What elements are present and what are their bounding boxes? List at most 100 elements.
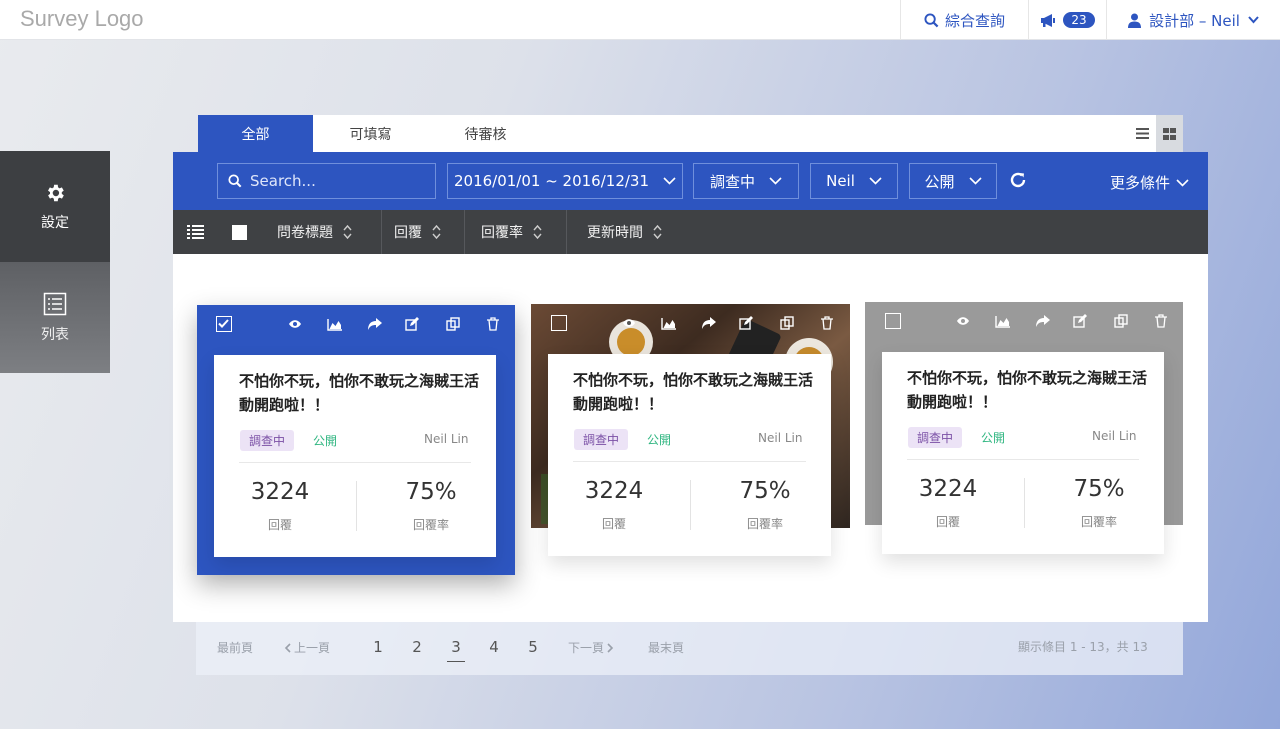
share-icon (368, 318, 382, 330)
chevron-right-icon (607, 642, 614, 653)
card-checkbox[interactable] (216, 316, 232, 332)
sidebar-item-label: 設定 (41, 214, 69, 231)
copy-button[interactable] (445, 316, 461, 332)
share-button[interactable] (1035, 313, 1051, 329)
delete-button[interactable] (819, 315, 835, 331)
page-link[interactable]: 5 (525, 638, 541, 656)
stats-button[interactable] (661, 315, 677, 331)
preview-button[interactable] (287, 316, 303, 332)
edit-button[interactable] (1072, 313, 1088, 329)
sort-updated[interactable]: 更新時間 (587, 210, 662, 254)
sort-icon (653, 224, 662, 240)
edit-button[interactable] (738, 315, 754, 331)
status-badge: 調查中 (574, 429, 629, 450)
tab-all[interactable]: 全部 (198, 115, 313, 152)
survey-card[interactable]: 不怕你不玩，怕你不敢玩之海賊王活動開跑啦！！ 調查中 公開 Neil Lin 3… (197, 305, 515, 575)
edit-button[interactable] (404, 316, 420, 332)
status-badge: 調查中 (240, 430, 295, 451)
divider (356, 481, 357, 531)
chevron-down-icon (769, 177, 782, 185)
column-header-rate: 回覆率 (481, 225, 523, 241)
sort-responses[interactable]: 回覆 (394, 210, 441, 254)
next-page-label: 下一頁 (568, 641, 605, 655)
sidebar-item-settings[interactable]: 設定 (0, 151, 110, 262)
stats-button[interactable] (327, 316, 343, 332)
preview-button[interactable] (621, 315, 637, 331)
responses-count: 3224 (250, 479, 310, 505)
notifications-button[interactable]: 23 (1028, 0, 1106, 40)
card-title[interactable]: 不怕你不玩，怕你不敢玩之海賊王活動開跑啦！！ (573, 368, 813, 416)
card-checkbox[interactable] (551, 315, 567, 331)
survey-card[interactable]: 不怕你不玩，怕你不敢玩之海賊王活動開跑啦！！ 調查中 公開 Neil Lin 3… (865, 302, 1183, 556)
survey-card[interactable]: 不怕你不玩，怕你不敢玩之海賊王活動開跑啦！！ 調查中 公開 Neil Lin 3… (531, 304, 851, 558)
sort-icon (432, 224, 441, 240)
card-title[interactable]: 不怕你不玩，怕你不敢玩之海賊王活動開跑啦！！ (239, 369, 479, 417)
sort-rate[interactable]: 回覆率 (481, 210, 542, 254)
user-select[interactable]: Neil (810, 163, 898, 199)
grid-view-button[interactable] (1156, 115, 1183, 152)
share-icon (702, 317, 716, 329)
share-button[interactable] (367, 316, 383, 332)
top-bar: Survey Logo 綜合查詢 23 設計部 – Neil (0, 0, 1280, 40)
status-value: 調查中 (709, 172, 755, 191)
refresh-button[interactable] (1009, 171, 1027, 194)
global-search-button[interactable]: 綜合查詢 (900, 0, 1028, 40)
card-checkbox[interactable] (885, 313, 901, 329)
page-link-current[interactable]: 3 (447, 638, 465, 662)
user-menu[interactable]: 設計部 – Neil (1106, 0, 1280, 40)
responses-label: 回覆 (601, 517, 626, 531)
stats-button[interactable] (995, 313, 1011, 329)
sort-title[interactable]: 問卷標題 (277, 210, 352, 254)
check-icon (218, 319, 229, 328)
column-divider (566, 210, 567, 254)
delete-button[interactable] (485, 316, 501, 332)
edit-icon (405, 317, 419, 331)
gear-icon (48, 184, 64, 201)
more-filters-button[interactable]: 更多條件 (1110, 172, 1189, 193)
chevron-down-icon (1248, 16, 1259, 24)
tab-fillable[interactable]: 可填寫 (313, 115, 428, 152)
survey-card-grid: 不怕你不玩，怕你不敢玩之海賊王活動開跑啦！！ 調查中 公開 Neil Lin 3… (173, 254, 1208, 622)
chevron-down-icon (1176, 178, 1189, 187)
copy-button[interactable] (1113, 313, 1129, 329)
chevron-left-icon (284, 642, 291, 653)
chevron-down-icon (663, 177, 676, 185)
next-page-link[interactable]: 下一頁 (568, 639, 614, 656)
pagination: 最前頁 上一頁 1 2 3 4 5 下一頁 最末頁 顯示條目 1 - 13，共 … (196, 622, 1183, 675)
card-title[interactable]: 不怕你不玩，怕你不敢玩之海賊王活動開跑啦！！ (907, 366, 1147, 414)
global-search-label: 綜合查詢 (944, 11, 1005, 30)
prev-page-link[interactable]: 上一頁 (284, 639, 330, 656)
select-all-checkbox[interactable] (232, 210, 247, 254)
sidebar-item-list[interactable]: 列表 (0, 262, 110, 373)
user-icon (1128, 13, 1142, 28)
first-page-link[interactable]: 最前頁 (217, 639, 253, 656)
status-select[interactable]: 調查中 (693, 163, 799, 199)
area-chart-icon (995, 315, 1010, 328)
preview-button[interactable] (955, 313, 971, 329)
list-view-button[interactable] (1129, 115, 1156, 152)
list-options-button[interactable] (187, 210, 204, 254)
edit-icon (1073, 314, 1087, 328)
visibility-select[interactable]: 公開 (909, 163, 997, 199)
delete-button[interactable] (1153, 313, 1169, 329)
response-rate-label: 回覆率 (1080, 515, 1117, 529)
date-range-select[interactable]: 2016/01/01 ~ 2016/12/31 (447, 163, 683, 199)
column-header-title: 問卷標題 (277, 225, 333, 241)
card-body: 不怕你不玩，怕你不敢玩之海賊王活動開跑啦！！ 調查中 公開 Neil Lin 3… (882, 352, 1164, 554)
page-link[interactable]: 1 (370, 638, 386, 656)
side-panel: 設定 列表 (0, 151, 110, 373)
logo[interactable]: Survey Logo (20, 6, 144, 32)
date-range-value: 2016/01/01 ~ 2016/12/31 (453, 172, 649, 190)
sort-icon (533, 224, 542, 240)
last-page-link[interactable]: 最末頁 (648, 639, 684, 656)
share-icon (1036, 315, 1050, 327)
search-input[interactable]: Search... (217, 163, 436, 199)
page-link[interactable]: 4 (486, 638, 502, 656)
copy-button[interactable] (779, 315, 795, 331)
tab-pending-review[interactable]: 待審核 (428, 115, 543, 152)
sort-icon (343, 224, 352, 240)
responses-count: 3224 (584, 478, 644, 504)
share-button[interactable] (701, 315, 717, 331)
page-link[interactable]: 2 (409, 638, 425, 656)
visibility-label: 公開 (313, 434, 338, 448)
